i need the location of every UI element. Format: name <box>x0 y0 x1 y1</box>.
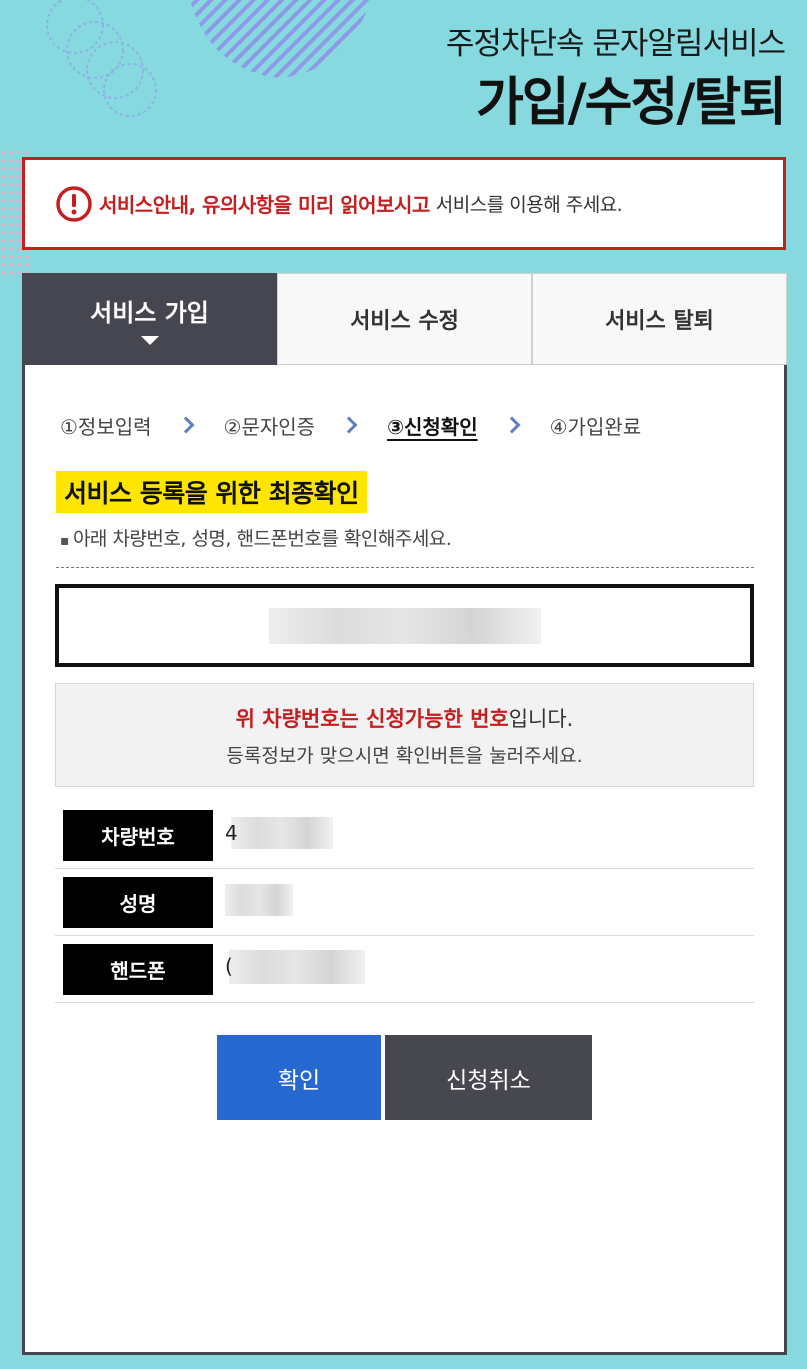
exclamation-circle-icon <box>56 185 92 222</box>
action-buttons: 확인 신청취소 <box>217 1035 592 1120</box>
divider <box>56 567 754 568</box>
info-line-1: 위 차량번호는 신청가능한 번호입니다. <box>236 703 574 733</box>
step-confirm-current: ③신청확인 <box>387 414 478 439</box>
tab-label: 서비스 탈퇴 <box>605 309 714 334</box>
detail-label: 핸드폰 <box>63 943 213 995</box>
info-line-2: 등록정보가 맞으시면 확인버튼을 눌러주세요. <box>226 744 583 767</box>
redacted-value <box>225 883 293 916</box>
redacted-value <box>229 949 365 984</box>
detail-value-name <box>225 883 293 921</box>
service-tabs: 서비스 가입 서비스 수정 서비스 탈퇴 <box>22 273 787 365</box>
decorative-stripes <box>190 0 370 78</box>
notice-normal-text: 서비스를 이용해 주세요. <box>435 194 623 216</box>
info-suffix: 입니다. <box>508 706 574 731</box>
redacted-value <box>231 816 333 849</box>
step-sms-auth: ②문자인증 <box>223 414 316 439</box>
detail-label: 차량번호 <box>63 809 213 861</box>
tab-label: 서비스 수정 <box>350 309 459 334</box>
detail-label: 성명 <box>63 876 213 928</box>
cancel-application-button[interactable]: 신청취소 <box>385 1035 592 1120</box>
step-indicator: ①정보입력 ②문자인증 ③신청확인 ④가입완료 <box>58 407 643 443</box>
step-info-input: ①정보입력 <box>60 414 152 439</box>
redacted-plate-number <box>268 607 541 644</box>
page-subtitle: 주정차단속 문자알림서비스 <box>445 26 786 62</box>
value-prefix: 4 <box>225 820 238 845</box>
tab-service-modify[interactable]: 서비스 수정 <box>277 273 532 365</box>
tab-label: 서비스 가입 <box>90 299 209 327</box>
confirm-button[interactable]: 확인 <box>217 1035 381 1120</box>
detail-value-plate: 4 <box>225 816 333 854</box>
decorative-circles <box>46 0 157 117</box>
page-title: 가입/수정/탈퇴 <box>475 73 787 133</box>
tab-service-join[interactable]: 서비스 가입 <box>22 273 277 365</box>
detail-row-phone: 핸드폰 ( <box>55 936 754 1003</box>
notice-strong-text: 서비스안내, 유의사항을 미리 읽어보시고 <box>99 193 430 217</box>
availability-info: 위 차량번호는 신청가능한 번호입니다. 등록정보가 맞으시면 확인버튼을 눌러… <box>55 683 754 787</box>
chevron-right-icon <box>503 416 521 434</box>
caret-down-icon <box>140 336 159 345</box>
registration-details: 차량번호 4 성명 핸드폰 ( <box>55 802 754 1003</box>
plate-number-display <box>55 584 754 667</box>
step-complete: ④가입완료 <box>549 414 642 439</box>
chevron-right-icon <box>177 416 195 434</box>
info-strong-text: 위 차량번호는 신청가능한 번호 <box>235 706 509 731</box>
tab-service-withdraw[interactable]: 서비스 탈퇴 <box>532 273 787 365</box>
chevron-right-icon <box>340 416 358 434</box>
section-description: 아래 차량번호, 성명, 핸드폰번호를 확인해주세요. <box>60 524 452 551</box>
detail-row-name: 성명 <box>55 869 754 936</box>
detail-value-phone: ( <box>225 949 365 989</box>
value-prefix: ( <box>225 953 233 978</box>
detail-row-plate: 차량번호 4 <box>55 802 754 869</box>
section-title: 서비스 등록을 위한 최종확인 <box>56 471 367 513</box>
service-notice: 서비스안내, 유의사항을 미리 읽어보시고 서비스를 이용해 주세요. <box>22 157 786 250</box>
